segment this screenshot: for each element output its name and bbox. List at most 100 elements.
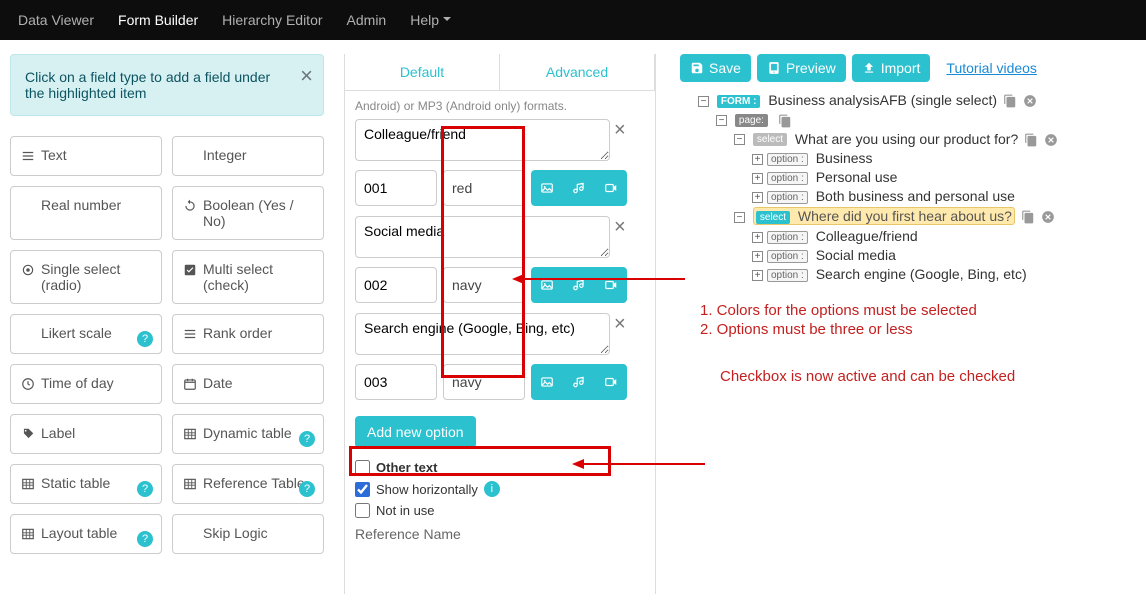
image-button[interactable] xyxy=(531,364,563,400)
option-text-input[interactable]: Social media xyxy=(355,216,610,258)
field-type-time-of-day[interactable]: Time of day xyxy=(10,364,162,404)
nav-data-viewer[interactable]: Data Viewer xyxy=(18,12,94,28)
tab-advanced[interactable]: Advanced xyxy=(500,54,655,90)
tree-toggle[interactable]: + xyxy=(752,154,763,165)
nav-form-builder[interactable]: Form Builder xyxy=(118,12,198,28)
help-icon[interactable]: ? xyxy=(137,481,153,497)
option-text-input[interactable]: Colleague/friend xyxy=(355,119,610,161)
video-button[interactable] xyxy=(595,267,627,303)
option-code-input[interactable] xyxy=(355,170,437,206)
other-text-row[interactable]: Other text xyxy=(355,460,645,475)
preview-button[interactable]: Preview xyxy=(757,54,846,82)
nav-hierarchy-editor[interactable]: Hierarchy Editor xyxy=(222,12,322,28)
remove-option-icon[interactable]: × xyxy=(614,119,626,142)
copy-icon[interactable] xyxy=(1021,210,1035,224)
video-button[interactable] xyxy=(595,364,627,400)
other-text-label: Other text xyxy=(376,460,437,475)
remove-option-icon[interactable]: × xyxy=(614,216,626,239)
field-type-label: Integer xyxy=(203,147,247,163)
nav-admin[interactable]: Admin xyxy=(347,12,387,28)
tree-toggle[interactable]: + xyxy=(752,192,763,203)
field-type-text[interactable]: Text xyxy=(10,136,162,176)
tree-form-label[interactable]: Business analysisAFB (single select) xyxy=(768,92,997,108)
select-badge: select xyxy=(753,133,787,146)
tree-question-2[interactable]: Where did you first hear about us? xyxy=(798,208,1012,224)
field-type-label: Reference Table xyxy=(203,475,305,491)
tree-option-label[interactable]: Both business and personal use xyxy=(816,188,1015,204)
image-button[interactable] xyxy=(531,170,563,206)
field-type-label[interactable]: Label xyxy=(10,414,162,454)
field-type-likert-scale[interactable]: Likert scale? xyxy=(10,314,162,354)
right-panel: Save Preview Import Tutorial videos − FO… xyxy=(670,54,1136,594)
tree-toggle[interactable]: + xyxy=(752,232,763,243)
show-horizontally-row[interactable]: Show horizontally i xyxy=(355,481,645,497)
option-color-input[interactable] xyxy=(443,267,525,303)
option-code-input[interactable] xyxy=(355,364,437,400)
tree-option-label[interactable]: Business xyxy=(816,150,873,166)
field-type-label: Real number xyxy=(41,197,121,213)
field-type-static-table[interactable]: Static table? xyxy=(10,464,162,504)
tree-toggle[interactable]: + xyxy=(752,173,763,184)
field-type-rank-order[interactable]: Rank order xyxy=(172,314,324,354)
field-type-label: Time of day xyxy=(41,375,114,391)
option-code-input[interactable] xyxy=(355,267,437,303)
video-button[interactable] xyxy=(595,170,627,206)
other-text-checkbox[interactable] xyxy=(355,460,370,475)
tree-toggle[interactable]: + xyxy=(752,251,763,262)
copy-icon[interactable] xyxy=(1024,133,1038,147)
nav-help[interactable]: Help xyxy=(410,12,451,28)
help-icon[interactable]: ? xyxy=(137,531,153,547)
copy-icon[interactable] xyxy=(1003,94,1017,108)
tab-default[interactable]: Default xyxy=(345,54,500,90)
image-button[interactable] xyxy=(531,267,563,303)
field-type-label: Single select (radio) xyxy=(41,261,151,293)
option-color-input[interactable] xyxy=(443,170,525,206)
audio-button[interactable] xyxy=(563,267,595,303)
tree-toggle[interactable]: − xyxy=(734,134,745,145)
delete-icon[interactable] xyxy=(1044,133,1058,147)
tree-option-label[interactable]: Colleague/friend xyxy=(816,228,918,244)
field-type-dynamic-table[interactable]: Dynamic table? xyxy=(172,414,324,454)
field-type-single-select-radio-[interactable]: Single select (radio) xyxy=(10,250,162,304)
check-icon xyxy=(183,261,197,277)
tree-toggle[interactable]: − xyxy=(698,96,709,107)
field-type-skip-logic[interactable]: Skip Logic xyxy=(172,514,324,554)
tree-option-label[interactable]: Search engine (Google, Bing, etc) xyxy=(816,266,1027,282)
field-type-reference-table[interactable]: Reference Table? xyxy=(172,464,324,504)
tree-question-1[interactable]: What are you using our product for? xyxy=(795,131,1018,147)
help-icon[interactable]: ? xyxy=(299,481,315,497)
import-button[interactable]: Import xyxy=(852,54,931,82)
tree-toggle[interactable]: − xyxy=(734,212,745,223)
tutorial-videos-link[interactable]: Tutorial videos xyxy=(946,60,1037,76)
info-icon[interactable]: i xyxy=(484,481,500,497)
audio-button[interactable] xyxy=(563,170,595,206)
tree-option-label[interactable]: Social media xyxy=(816,247,896,263)
option-color-input[interactable] xyxy=(443,364,525,400)
help-icon[interactable]: ? xyxy=(299,431,315,447)
save-button[interactable]: Save xyxy=(680,54,751,82)
tree-toggle[interactable]: + xyxy=(752,270,763,281)
audio-button[interactable] xyxy=(563,364,595,400)
option-badge: option : xyxy=(767,172,808,185)
field-type-integer[interactable]: Integer xyxy=(172,136,324,176)
copy-icon[interactable] xyxy=(778,114,792,128)
tree-option-label[interactable]: Personal use xyxy=(816,169,898,185)
field-type-boolean-yes-no-[interactable]: Boolean (Yes / No) xyxy=(172,186,324,240)
field-type-date[interactable]: Date xyxy=(172,364,324,404)
show-horizontally-checkbox[interactable] xyxy=(355,482,370,497)
field-type-layout-table[interactable]: Layout table? xyxy=(10,514,162,554)
field-type-multi-select-check-[interactable]: Multi select (check) xyxy=(172,250,324,304)
delete-icon[interactable] xyxy=(1023,94,1037,108)
save-icon xyxy=(690,61,704,75)
delete-icon[interactable] xyxy=(1041,210,1055,224)
field-type-real-number[interactable]: Real number xyxy=(10,186,162,240)
option-text-input[interactable]: Search engine (Google, Bing, etc) xyxy=(355,313,610,355)
remove-option-icon[interactable]: × xyxy=(614,313,626,336)
help-icon[interactable]: ? xyxy=(137,331,153,347)
not-in-use-row[interactable]: Not in use xyxy=(355,503,645,518)
tree-toggle[interactable]: − xyxy=(716,115,727,126)
add-option-button[interactable]: Add new option xyxy=(355,416,476,448)
close-icon[interactable]: × xyxy=(300,65,313,87)
not-in-use-checkbox[interactable] xyxy=(355,503,370,518)
annotation-rules: 1. Colors for the options must be select… xyxy=(700,302,1126,338)
